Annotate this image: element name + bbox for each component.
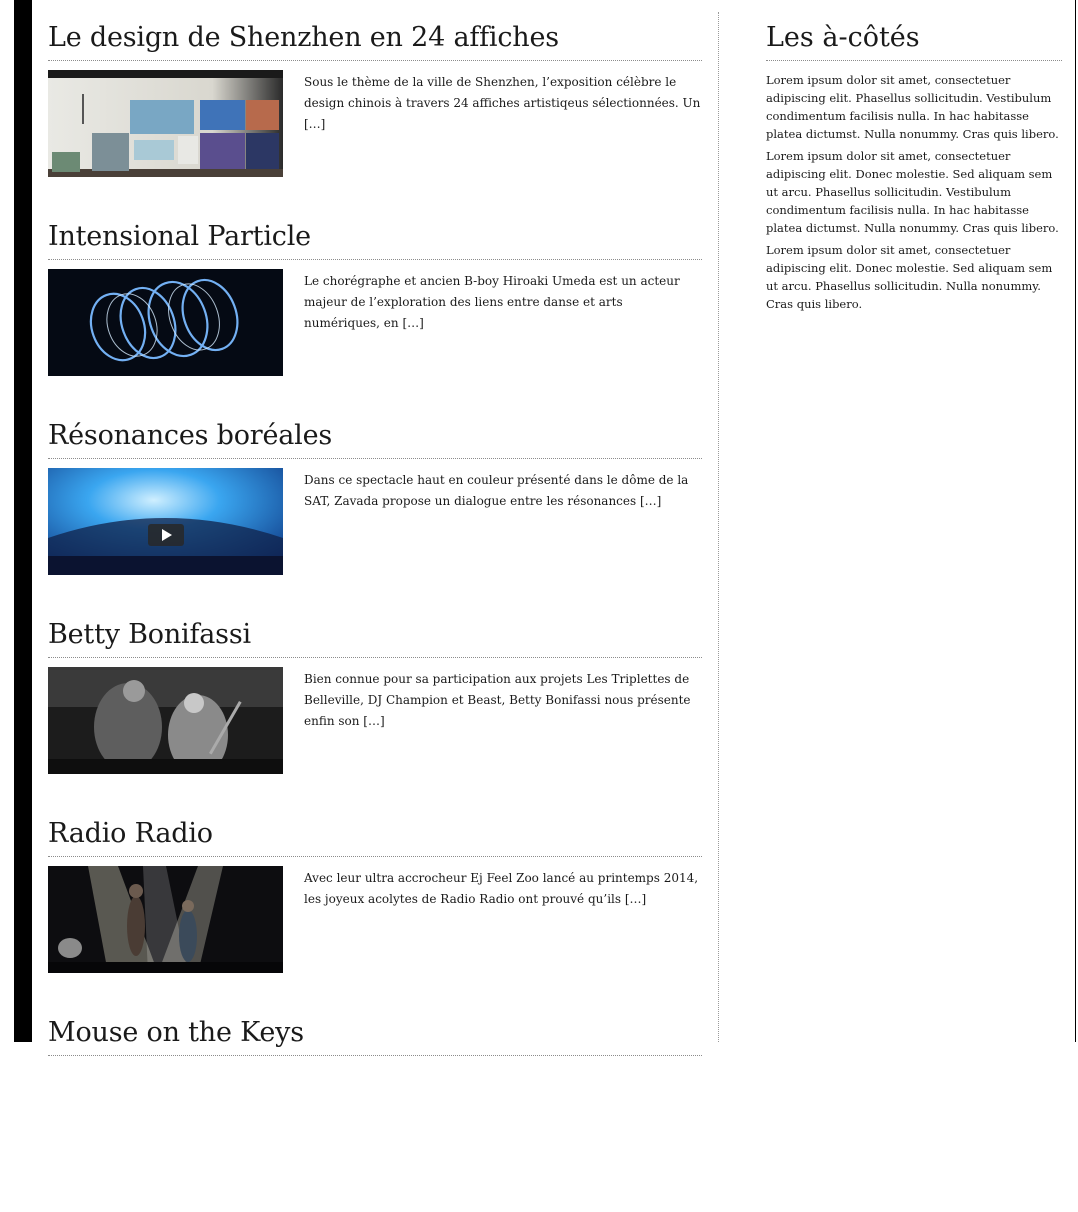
post-excerpt: Dans ce spectacle haut en couleur présen… [304,473,689,508]
column-divider [718,12,719,1042]
post-thumbnail[interactable] [48,70,283,177]
post-list: Le design de Shenzhen en 24 affiches Sou… [48,18,702,1212]
post-excerpt: Bien connue pour sa participation aux pr… [304,672,691,728]
post-item: Résonances boréales Dans ce spectacle ha… [48,416,702,615]
page-right-border [1075,0,1076,1042]
post-excerpt: Avec leur ultra accrocheur Ej Feel Zoo l… [304,871,699,906]
post-thumbnail[interactable] [48,667,283,774]
post-title-link[interactable]: Résonances boréales [48,416,702,459]
post-excerpt: Le chorégraphe et ancien B-boy Hiroaki U… [304,274,680,330]
page-left-bar [14,0,32,1042]
post-item: Intensional Particle Le chorégraphe et a… [48,217,702,416]
post-title-link[interactable]: Mouse on the Keys [48,1013,702,1056]
post-excerpt: Sous le thème de la ville de Shenzhen, l… [304,75,701,131]
post-thumbnail[interactable] [48,866,283,973]
sidebar-title: Les à-côtés [766,18,1062,61]
sidebar-paragraph: Lorem ipsum dolor sit amet, consectetuer… [766,73,1059,141]
sidebar-paragraph: Lorem ipsum dolor sit amet, consectetuer… [766,243,1053,311]
post-item: Mouse on the Keys [48,1013,702,1212]
post-thumbnail[interactable] [48,269,283,376]
sidebar: Les à-côtés Lorem ipsum dolor sit amet, … [766,18,1062,313]
post-thumbnail[interactable] [48,468,283,575]
post-item: Le design de Shenzhen en 24 affiches Sou… [48,18,702,217]
play-icon[interactable] [148,524,184,546]
post-title-link[interactable]: Betty Bonifassi [48,615,702,658]
post-title-link[interactable]: Le design de Shenzhen en 24 affiches [48,18,702,61]
post-title-link[interactable]: Radio Radio [48,814,702,857]
post-title-link[interactable]: Intensional Particle [48,217,702,260]
post-item: Betty Bonifassi Bien connue pour sa part… [48,615,702,814]
sidebar-paragraph: Lorem ipsum dolor sit amet, consectetuer… [766,149,1059,235]
post-item: Radio Radio Avec leur ultra accrocheur E… [48,814,702,1013]
